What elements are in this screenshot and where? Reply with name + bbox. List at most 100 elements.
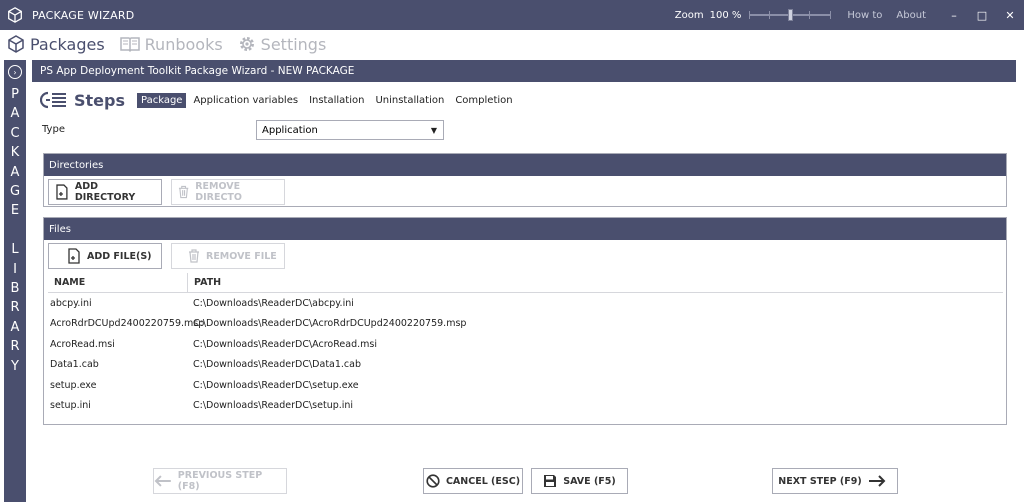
book-icon — [119, 37, 140, 53]
steps-title: Steps — [74, 90, 125, 110]
files-header: Files — [44, 218, 1006, 240]
directories-panel: Directories ADD DIRECTORY REMOVE DIRECTO — [43, 153, 1007, 207]
package-library-toggle[interactable]: › P A C K A G E L I B R A R Y — [4, 60, 26, 502]
arrow-left-icon — [154, 475, 171, 487]
chevron-right-icon: › — [8, 65, 22, 79]
trash-icon — [189, 249, 199, 263]
library-letter: A — [10, 164, 20, 180]
add-files-label: ADD FILE(S) — [87, 250, 152, 262]
tab-application-variables[interactable]: Application variables — [189, 93, 302, 108]
table-row[interactable]: abcpy.ini C:\Downloads\ReaderDC\abcpy.in… — [48, 293, 1003, 314]
remove-directory-label: REMOVE DIRECTO — [195, 181, 242, 203]
add-directory-label: ADD DIRECTORY — [74, 181, 136, 203]
library-letter: K — [10, 145, 20, 161]
wizard-header: PS App Deployment Toolkit Package Wizard… — [32, 60, 1016, 82]
main-menu: Packages Runbooks Settings — [0, 30, 1024, 58]
library-letter: E — [10, 203, 20, 219]
file-name-cell: AcroRdrDCUpd2400220759.msp — [50, 318, 205, 330]
cube-icon — [8, 35, 24, 53]
remove-directory-button[interactable]: REMOVE DIRECTO — [171, 179, 285, 205]
menu-settings[interactable]: Settings — [237, 34, 327, 54]
library-letter: L — [11, 242, 19, 258]
menu-runbooks-label: Runbooks — [144, 34, 223, 54]
menu-runbooks[interactable]: Runbooks — [119, 35, 223, 54]
file-name-cell: setup.exe — [50, 379, 97, 391]
title-bar: PACKAGE WIZARD Zoom 100 % How to About –… — [0, 0, 1024, 30]
how-to-link[interactable]: How to — [847, 10, 882, 21]
cube-icon — [8, 7, 22, 23]
library-letter — [13, 221, 17, 240]
zoom-value: 100 % — [709, 9, 742, 21]
zoom-slider-tick — [769, 11, 771, 19]
steps-bar: Steps Package Application variables Inst… — [32, 86, 520, 114]
table-row[interactable]: setup.exe C:\Downloads\ReaderDC\setup.ex… — [48, 375, 1003, 396]
zoom-slider-thumb[interactable] — [787, 9, 793, 21]
about-link[interactable]: About — [896, 10, 926, 21]
save-disk-icon — [544, 475, 557, 487]
add-directory-button[interactable]: ADD DIRECTORY — [48, 179, 162, 205]
add-document-icon — [68, 248, 80, 264]
file-name-cell: setup.ini — [50, 400, 91, 412]
cancel-button[interactable]: CANCEL (ESC) — [423, 468, 523, 494]
library-letter: B — [10, 281, 20, 297]
library-letter: I — [13, 261, 17, 277]
previous-step-label: PREVIOUS STEP (F8) — [177, 470, 263, 492]
add-document-icon — [56, 184, 68, 200]
library-letter: R — [10, 300, 20, 316]
window-title: PACKAGE WIZARD — [32, 8, 135, 22]
directories-header: Directories — [44, 154, 1006, 176]
column-header-name[interactable]: NAME — [48, 273, 188, 292]
files-table: NAME PATH abcpy.ini C:\Downloads\ReaderD… — [48, 273, 1003, 416]
table-row[interactable]: Data1.cab C:\Downloads\ReaderDC\Data1.ca… — [48, 355, 1003, 376]
zoom-slider-tick — [749, 11, 751, 19]
zoom-slider-tick — [830, 11, 832, 19]
zoom-label: Zoom — [674, 9, 704, 21]
file-path-cell: C:\Downloads\ReaderDC\setup.ini — [193, 400, 354, 412]
table-row[interactable]: AcroRead.msi C:\Downloads\ReaderDC\AcroR… — [48, 334, 1003, 355]
library-letter: A — [10, 106, 20, 122]
library-letter: C — [10, 125, 20, 141]
file-name-cell: Data1.cab — [50, 359, 99, 371]
column-header-path[interactable]: PATH — [188, 273, 1003, 292]
chevron-down-icon: ▼ — [430, 126, 437, 135]
tab-completion[interactable]: Completion — [451, 93, 516, 108]
type-select[interactable]: Application ▼ — [256, 120, 444, 140]
next-step-button[interactable]: NEXT STEP (F9) — [772, 468, 898, 494]
next-step-label: NEXT STEP (F9) — [778, 475, 862, 487]
minimize-button[interactable]: – — [940, 0, 968, 30]
zoom-slider[interactable] — [749, 9, 832, 21]
cancel-label: CANCEL (ESC) — [445, 475, 521, 487]
previous-step-button[interactable]: PREVIOUS STEP (F8) — [153, 468, 287, 494]
file-path-cell: C:\Downloads\ReaderDC\AcroRead.msi — [193, 338, 377, 350]
type-select-value: Application — [262, 124, 318, 136]
library-letter: P — [11, 87, 19, 102]
maximize-button[interactable]: □ — [968, 0, 996, 30]
tab-package[interactable]: Package — [137, 92, 187, 108]
save-button[interactable]: SAVE (F5) — [531, 468, 628, 494]
type-label: Type — [42, 124, 65, 135]
library-letter: A — [10, 319, 20, 335]
close-button[interactable]: ✕ — [996, 0, 1024, 30]
tab-uninstallation[interactable]: Uninstallation — [371, 93, 448, 108]
file-path-cell: C:\Downloads\ReaderDC\abcpy.ini — [193, 297, 354, 309]
remove-file-button[interactable]: REMOVE FILE — [171, 243, 285, 269]
file-name-cell: AcroRead.msi — [50, 338, 115, 350]
menu-settings-label: Settings — [260, 34, 327, 54]
steps-list-icon — [40, 91, 66, 109]
package-library-label: P A C K A G E L I B R A R Y — [10, 85, 20, 376]
file-path-cell: C:\Downloads\ReaderDC\setup.exe — [193, 379, 359, 391]
tab-installation[interactable]: Installation — [305, 93, 368, 108]
file-name-cell: abcpy.ini — [50, 297, 92, 309]
add-files-button[interactable]: ADD FILE(S) — [48, 243, 162, 269]
file-path-cell: C:\Downloads\ReaderDC\Data1.cab — [193, 359, 361, 371]
remove-file-label: REMOVE FILE — [206, 250, 277, 262]
gear-icon — [239, 37, 254, 51]
library-letter: R — [10, 339, 20, 355]
save-label: SAVE (F5) — [563, 475, 616, 487]
files-panel: Files ADD FILE(S) REMOVE FILE NAME PATH … — [43, 217, 1007, 425]
table-row[interactable]: AcroRdrDCUpd2400220759.msp C:\Downloads\… — [48, 314, 1003, 335]
menu-packages[interactable]: Packages — [6, 34, 105, 54]
files-table-header: NAME PATH — [48, 273, 1003, 293]
table-row[interactable]: setup.ini C:\Downloads\ReaderDC\setup.in… — [48, 396, 1003, 417]
library-letter: G — [9, 184, 21, 200]
